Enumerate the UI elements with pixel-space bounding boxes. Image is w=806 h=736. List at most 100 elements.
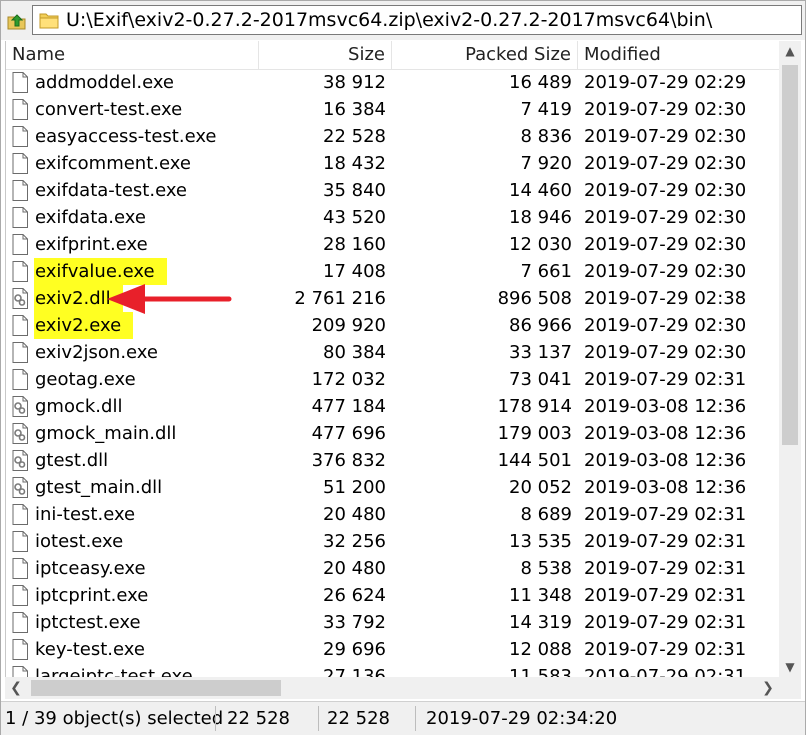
column-header-name[interactable]: Name (6, 41, 259, 69)
column-header-modified[interactable]: Modified (578, 41, 779, 69)
folder-up-button[interactable] (6, 10, 28, 32)
vertical-scrollbar[interactable]: ▲ ▼ (779, 41, 801, 677)
file-name: addmoddel.exe (6, 69, 259, 96)
file-modified: 2019-07-29 02:31 (584, 612, 747, 633)
file-modified: 2019-07-29 02:38 (584, 288, 747, 309)
file-name: key-test.exe (6, 636, 259, 663)
file-packed-size: 14 460 (509, 180, 572, 201)
file-size: 22 528 (323, 126, 386, 147)
file-row[interactable]: exifdata-test.exe 35 840 14 460 2019-07-29 … (6, 177, 779, 204)
vertical-scroll-thumb[interactable] (782, 65, 798, 445)
file-row[interactable]: gtest.dll 376 832 144 501 2019-03-08 12:36 (6, 447, 779, 474)
file-modified: 2019-07-29 02:31 (584, 585, 747, 606)
scroll-down-arrow-icon[interactable]: ▼ (779, 657, 801, 677)
file-packed-size: 18 946 (509, 207, 572, 228)
file-name: largeiptc-test.exe (6, 663, 259, 677)
file-row[interactable]: iotest.exe 32 256 13 535 2019-07-29 02:31 (6, 528, 779, 555)
file-manager-window: U:\Exif\exiv2-0.27.2-2017msvc64.zip\exiv… (0, 0, 806, 735)
file-modified: 2019-03-08 12:36 (584, 423, 747, 444)
file-row[interactable]: easyaccess-test.exe 22 528 8 836 2019-07-29… (6, 123, 779, 150)
file-size: 477 696 (311, 423, 386, 444)
file-name-text: exifcomment.exe (35, 153, 191, 174)
file-row[interactable]: gtest_main.dll 51 200 20 052 2019-03-08 12:… (6, 474, 779, 501)
file-size: 477 184 (311, 396, 386, 417)
file-name: exifprint.exe (6, 231, 259, 258)
file-row[interactable]: exifdata.exe 43 520 18 946 2019-07-29 02:30 (6, 204, 779, 231)
file-name-text: key-test.exe (35, 639, 145, 660)
file-name-text: gmock.dll (35, 396, 123, 417)
file-name: exifdata.exe (6, 204, 259, 231)
file-size: 17 408 (323, 261, 386, 282)
scroll-right-arrow-icon[interactable]: ❯ (757, 677, 779, 699)
file-modified: 2019-07-29 02:31 (584, 531, 747, 552)
file-row[interactable]: gmock_main.dll 477 696 179 003 2019-03-08 1… (6, 420, 779, 447)
file-name-text: largeiptc-test.exe (35, 666, 193, 677)
file-name: ini-test.exe (6, 501, 259, 528)
file-name-text: exiv2.dll (34, 285, 123, 312)
file-name: iptceasy.exe (6, 555, 259, 582)
file-row[interactable]: exiv2.dll 2 761 216 896 508 2019-07-29 02:3… (6, 285, 779, 312)
file-size: 28 160 (323, 234, 386, 255)
file-size: 33 792 (323, 612, 386, 633)
scroll-up-arrow-icon[interactable]: ▲ (779, 41, 801, 61)
file-row[interactable]: exiv2json.exe 80 384 33 137 2019-07-29 02:3… (6, 339, 779, 366)
file-row[interactable]: ini-test.exe 20 480 8 689 2019-07-29 02:31 (6, 501, 779, 528)
file-packed-size: 144 501 (497, 450, 572, 471)
file-size: 209 920 (311, 315, 386, 336)
file-packed-size: 14 319 (509, 612, 572, 633)
file-row[interactable]: exifvalue.exe 17 408 7 661 2019-07-29 02:30 (6, 258, 779, 285)
file-row[interactable]: addmoddel.exe 38 912 16 489 2019-07-29 02:2… (6, 69, 779, 96)
file-name-text: exiv2.exe (34, 312, 134, 339)
file-row[interactable]: iptcprint.exe 26 624 11 348 2019-07-29 02:3… (6, 582, 779, 609)
column-header-size[interactable]: Size (259, 41, 392, 69)
file-name-text: iptctest.exe (35, 612, 141, 633)
column-header-packed-size[interactable]: Packed Size (392, 41, 578, 69)
file-row[interactable]: key-test.exe 29 696 12 088 2019-07-29 02:31 (6, 636, 779, 663)
horizontal-scroll-thumb[interactable] (31, 680, 281, 696)
file-row[interactable]: gmock.dll 477 184 178 914 2019-03-08 12:36 (6, 393, 779, 420)
scrollbar-corner (779, 677, 801, 699)
file-packed-size: 73 041 (509, 369, 572, 390)
file-list[interactable]: Name Size Packed Size Modified addmoddel… (5, 41, 779, 677)
file-modified: 2019-07-29 02:30 (584, 342, 747, 363)
file-modified: 2019-07-29 02:30 (584, 207, 747, 228)
file-packed-size: 12 030 (509, 234, 572, 255)
file-name: easyaccess-test.exe (6, 123, 259, 150)
file-row[interactable]: exifcomment.exe 18 432 7 920 2019-07-29 02:… (6, 150, 779, 177)
file-row[interactable]: largeiptc-test.exe 27 136 11 583 2019-07-29… (6, 663, 779, 677)
file-modified: 2019-07-29 02:30 (584, 261, 747, 282)
status-divider (415, 706, 416, 731)
file-row[interactable]: iptceasy.exe 20 480 8 538 2019-07-29 02:31 (6, 555, 779, 582)
file-name-text: geotag.exe (35, 369, 136, 390)
column-header-row: Name Size Packed Size Modified (6, 41, 779, 70)
file-name: exifcomment.exe (6, 150, 259, 177)
file-name: iotest.exe (6, 528, 259, 555)
address-path: U:\Exif\exiv2-0.27.2-2017msvc64.zip\exiv… (66, 9, 713, 31)
file-name: exiv2json.exe (6, 339, 259, 366)
file-packed-size: 8 689 (520, 504, 572, 525)
file-name-text: exifdata-test.exe (35, 180, 188, 201)
file-modified: 2019-07-29 02:30 (584, 180, 747, 201)
file-modified: 2019-07-29 02:31 (584, 666, 747, 677)
file-packed-size: 7 920 (520, 153, 572, 174)
file-size: 2 761 216 (294, 288, 386, 309)
file-packed-size: 8 538 (520, 558, 572, 579)
file-packed-size: 20 052 (509, 477, 572, 498)
file-packed-size: 12 088 (509, 639, 572, 660)
file-row[interactable]: geotag.exe 172 032 73 041 2019-07-29 02:31 (6, 366, 779, 393)
file-packed-size: 11 583 (509, 666, 572, 677)
file-row[interactable]: exiv2.exe 209 920 86 966 2019-07-29 02:30 (6, 312, 779, 339)
file-name-text: gmock_main.dll (35, 423, 177, 444)
file-row[interactable]: convert-test.exe 16 384 7 419 2019-07-29 02… (6, 96, 779, 123)
address-field[interactable]: U:\Exif\exiv2-0.27.2-2017msvc64.zip\exiv… (32, 5, 802, 35)
address-toolbar: U:\Exif\exiv2-0.27.2-2017msvc64.zip\exiv… (1, 1, 805, 40)
status-selection: 1 / 39 object(s) selected (5, 708, 224, 729)
file-row[interactable]: exifprint.exe 28 160 12 030 2019-07-29 02:3… (6, 231, 779, 258)
file-row[interactable]: iptctest.exe 33 792 14 319 2019-07-29 02:31 (6, 609, 779, 636)
horizontal-scrollbar[interactable]: ❮ ❯ (5, 677, 779, 699)
scroll-left-arrow-icon[interactable]: ❮ (5, 677, 27, 699)
file-size: 27 136 (323, 666, 386, 677)
file-modified: 2019-07-29 02:30 (584, 153, 747, 174)
file-name-text: gtest.dll (35, 450, 109, 471)
file-name-text: convert-test.exe (35, 99, 183, 120)
